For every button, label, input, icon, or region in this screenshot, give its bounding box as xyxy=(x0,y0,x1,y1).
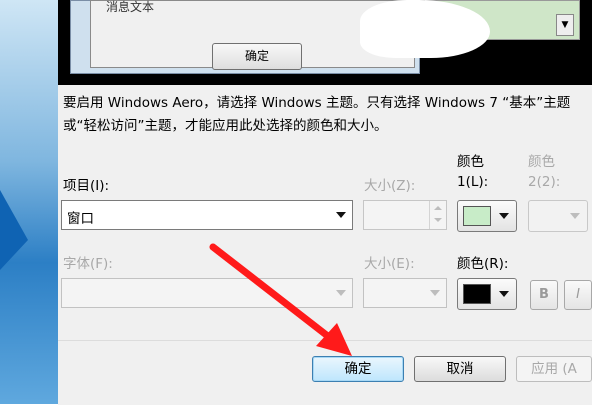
annotation-arrow-icon xyxy=(209,243,352,356)
